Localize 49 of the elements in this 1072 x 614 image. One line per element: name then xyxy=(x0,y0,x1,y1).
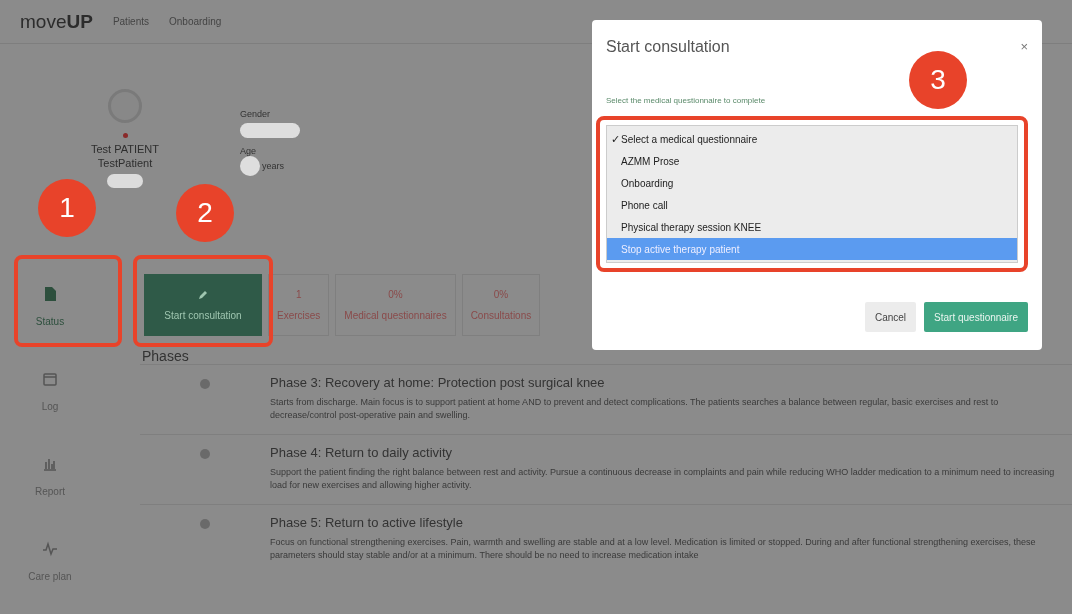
patient-username: TestPatient xyxy=(97,156,153,170)
questionnaire-option[interactable]: Onboarding xyxy=(607,172,1017,194)
redacted-pill xyxy=(107,174,143,188)
start-consultation-button[interactable]: Start consultation xyxy=(144,274,262,336)
phase-title: Phase 4: Return to daily activity xyxy=(270,445,454,460)
redacted-pill xyxy=(240,156,260,176)
phase-bullet-icon xyxy=(200,519,210,529)
cancel-button[interactable]: Cancel xyxy=(864,302,917,332)
close-button[interactable]: × xyxy=(1020,38,1028,54)
questionnaire-option[interactable]: Stop active therapy patient xyxy=(607,238,1017,260)
stat-value: 0% xyxy=(493,289,509,300)
phase-bullet-icon xyxy=(200,379,210,389)
phases-heading: Phases xyxy=(142,348,190,364)
stat-label: Medical questionnaires xyxy=(344,310,447,321)
questionnaire-list[interactable]: ✓Select a medical questionnaire AZMM Prose Onboarding Phone call Physical therapy session KNEE Stop active therapy patient xyxy=(606,125,1018,263)
dialog-title: Start consultation xyxy=(606,38,730,56)
questionnaire-option[interactable]: ✓Select a medical questionnaire xyxy=(607,128,1017,150)
logo: moveUP xyxy=(20,10,93,33)
start-questionnaire-button[interactable]: Start questionnaire xyxy=(924,302,1028,332)
age-label: Age xyxy=(240,146,257,156)
chart-icon xyxy=(42,456,58,472)
calendar-icon xyxy=(42,371,58,387)
questionnaire-option[interactable]: Phone call xyxy=(607,194,1017,216)
phase-description: Focus on functional strengthening exercises. Pain, warmth and swelling are stable and at a low level. Medication is limited or stopped. During and after functional strengthening exercises, these parameters should stay stable and/or at a minimum. There should be no need to increase medication intake xyxy=(270,536,1037,562)
callout-badge: 2 xyxy=(176,184,234,242)
dialog-prompt: Select the medical questionnaire to complete xyxy=(606,96,767,105)
phase-description: Starts from discharge. Main focus is to support patient at home AND to prevent and detect complications. The patients searches a balance between regular, basic exercises and rest to decrease/control post-operative pain and swelling. xyxy=(270,396,1000,422)
age-unit: years xyxy=(262,161,284,171)
status-dot-icon xyxy=(122,133,128,138)
patient-name: Test PATIENT xyxy=(90,142,159,156)
stat-value: 1 xyxy=(295,289,302,300)
callout-badge: 1 xyxy=(38,179,96,237)
questionnaire-option[interactable]: Physical therapy session KNEE xyxy=(607,216,1017,238)
phase-title: Phase 5: Return to active lifestyle xyxy=(270,515,464,530)
pulse-icon xyxy=(42,541,58,557)
pencil-icon xyxy=(198,289,208,300)
phase-title: Phase 3: Recovery at home: Protection post surgical knee xyxy=(270,375,606,390)
check-icon: ✓ xyxy=(611,132,621,146)
sidebar-item[interactable]: Status xyxy=(0,269,100,344)
stat-value: 0% xyxy=(388,289,403,300)
redacted-pill xyxy=(240,123,300,138)
stat-label: Consultations xyxy=(470,310,532,321)
gender-label: Gender xyxy=(240,109,272,119)
questionnaire-option[interactable]: AZMM Prose xyxy=(607,150,1017,172)
phase-bullet-icon xyxy=(200,449,210,459)
stat-label: Exercises xyxy=(277,310,321,321)
nav-link[interactable]: Onboarding xyxy=(169,16,222,27)
file-icon xyxy=(42,286,58,302)
nav-link[interactable]: Patients xyxy=(112,16,149,27)
